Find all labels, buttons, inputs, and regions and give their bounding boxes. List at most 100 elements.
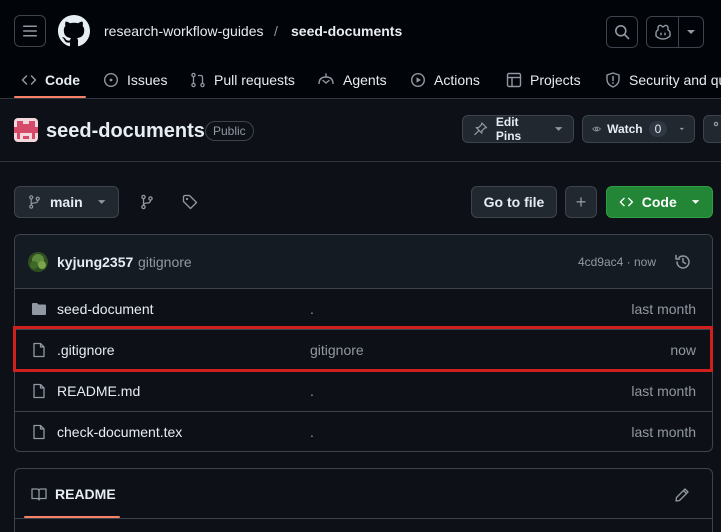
breadcrumb-owner[interactable]: research-workflow-guides — [104, 22, 264, 40]
copilot-menu — [646, 16, 704, 48]
repo-title[interactable]: seed-documents — [46, 119, 205, 143]
search-button[interactable] — [606, 16, 638, 48]
commit-message[interactable]: gitignore — [138, 254, 192, 270]
history-icon — [675, 254, 690, 269]
file-row[interactable]: .gitignore gitignore now — [15, 330, 712, 371]
global-header: research-workflow-guides / seed-document… — [0, 0, 721, 99]
file-commit-date: last month — [631, 424, 696, 440]
readme-tab-label: README — [55, 486, 116, 502]
file-row[interactable]: README.md . last month — [15, 371, 712, 412]
eye-icon — [592, 126, 602, 132]
tag-icon — [182, 194, 198, 210]
search-icon — [615, 25, 630, 40]
pin-icon — [474, 122, 488, 136]
pencil-icon — [675, 488, 689, 502]
code-icon — [619, 197, 634, 207]
file-commit-message[interactable]: . — [310, 301, 314, 317]
chevron-down-icon — [97, 200, 106, 204]
watch-label: Watch — [607, 122, 643, 136]
tab-label: Agents — [343, 71, 387, 88]
git-branch-icon — [141, 194, 153, 210]
copilot-icon — [654, 24, 671, 40]
tab-label: Projects — [530, 71, 581, 88]
file-commit-message[interactable]: . — [310, 424, 314, 440]
watch-count: 0 — [648, 121, 668, 137]
visibility-badge: Public — [205, 121, 254, 141]
active-tab-indicator — [14, 96, 86, 98]
book-icon — [31, 488, 47, 501]
issue-opened-icon — [103, 72, 119, 87]
repo-owner-avatar[interactable] — [14, 118, 38, 142]
repo-forked-icon — [713, 121, 719, 127]
tab-label: Issues — [127, 71, 168, 88]
tab-actions[interactable]: Actions — [410, 60, 480, 99]
file-name[interactable]: seed-document — [57, 301, 154, 317]
tab-projects[interactable]: Projects — [506, 60, 581, 99]
file-commit-date: now — [670, 342, 696, 358]
plus-icon: + — [575, 191, 587, 212]
readme-divider — [15, 518, 712, 519]
tab-label: Code — [45, 71, 80, 88]
commit-sha-time[interactable]: 4cd9ac4 · now — [578, 255, 656, 269]
tab-agents[interactable]: Agents — [317, 60, 387, 99]
git-pull-request-icon — [191, 72, 205, 87]
copilot-button[interactable] — [647, 17, 679, 47]
readme-tab[interactable]: README — [31, 486, 116, 502]
code-button-label: Code — [641, 194, 677, 210]
readme-panel: README — [14, 468, 713, 532]
file-row[interactable]: check-document.tex . last month — [15, 412, 712, 451]
tags-link[interactable] — [182, 194, 198, 210]
history-button[interactable] — [674, 253, 692, 271]
watch-button[interactable]: Watch 0 — [582, 115, 695, 143]
hamburger-icon — [23, 25, 37, 37]
copilot-dropdown[interactable] — [679, 17, 703, 47]
code-dropdown-button[interactable]: Code — [606, 186, 713, 218]
file-icon — [33, 342, 45, 358]
branch-selector[interactable]: main — [14, 186, 119, 218]
file-row[interactable]: seed-document . last month — [15, 289, 712, 330]
file-name[interactable]: README.md — [57, 383, 140, 399]
chevron-down-icon — [691, 200, 700, 204]
edit-readme-button[interactable] — [674, 487, 690, 503]
chevron-down-icon — [679, 127, 685, 131]
branches-link[interactable] — [139, 194, 155, 210]
file-name[interactable]: .gitignore — [57, 342, 115, 358]
commit-author[interactable]: kyjung2357 — [57, 254, 133, 270]
tab-security[interactable]: Security and quality — [605, 60, 721, 99]
file-icon — [33, 424, 45, 440]
go-to-file-button[interactable]: Go to file — [471, 186, 557, 218]
chevron-down-icon — [687, 30, 695, 34]
tab-label: Actions — [434, 71, 480, 88]
tab-label: Pull requests — [214, 71, 295, 88]
tab-issues[interactable]: Issues — [103, 60, 167, 99]
branch-name: main — [49, 194, 83, 210]
file-commit-date: last month — [631, 383, 696, 399]
tab-code[interactable]: Code — [21, 60, 80, 99]
tab-label: Security and quality — [629, 71, 721, 88]
section-divider — [0, 161, 721, 162]
breadcrumb-separator: / — [274, 23, 278, 39]
latest-commit-row: kyjung2357 gitignore 4cd9ac4 · now — [15, 235, 712, 289]
file-commit-message[interactable]: . — [310, 383, 314, 399]
agent-icon — [318, 72, 334, 84]
github-logo-icon[interactable] — [58, 15, 90, 47]
go-to-file-label: Go to file — [483, 194, 545, 210]
edit-pins-button[interactable]: Edit Pins — [462, 115, 574, 143]
file-name[interactable]: check-document.tex — [57, 424, 182, 440]
chevron-down-icon — [554, 127, 563, 131]
shield-icon — [606, 71, 620, 88]
git-branch-icon — [29, 195, 40, 209]
menu-button[interactable] — [14, 15, 46, 47]
fork-button[interactable] — [703, 115, 721, 143]
file-icon — [33, 383, 45, 399]
add-file-button[interactable]: + — [565, 186, 597, 218]
edit-pins-label: Edit Pins — [495, 115, 522, 143]
folder-icon — [32, 303, 46, 315]
play-icon — [410, 72, 426, 87]
avatar[interactable] — [28, 252, 48, 272]
file-commit-message[interactable]: gitignore — [310, 342, 364, 358]
file-commit-date: last month — [631, 301, 696, 317]
table-icon — [506, 72, 522, 87]
tab-pull-requests[interactable]: Pull requests — [190, 60, 295, 99]
breadcrumb-repo[interactable]: seed-documents — [291, 22, 402, 40]
